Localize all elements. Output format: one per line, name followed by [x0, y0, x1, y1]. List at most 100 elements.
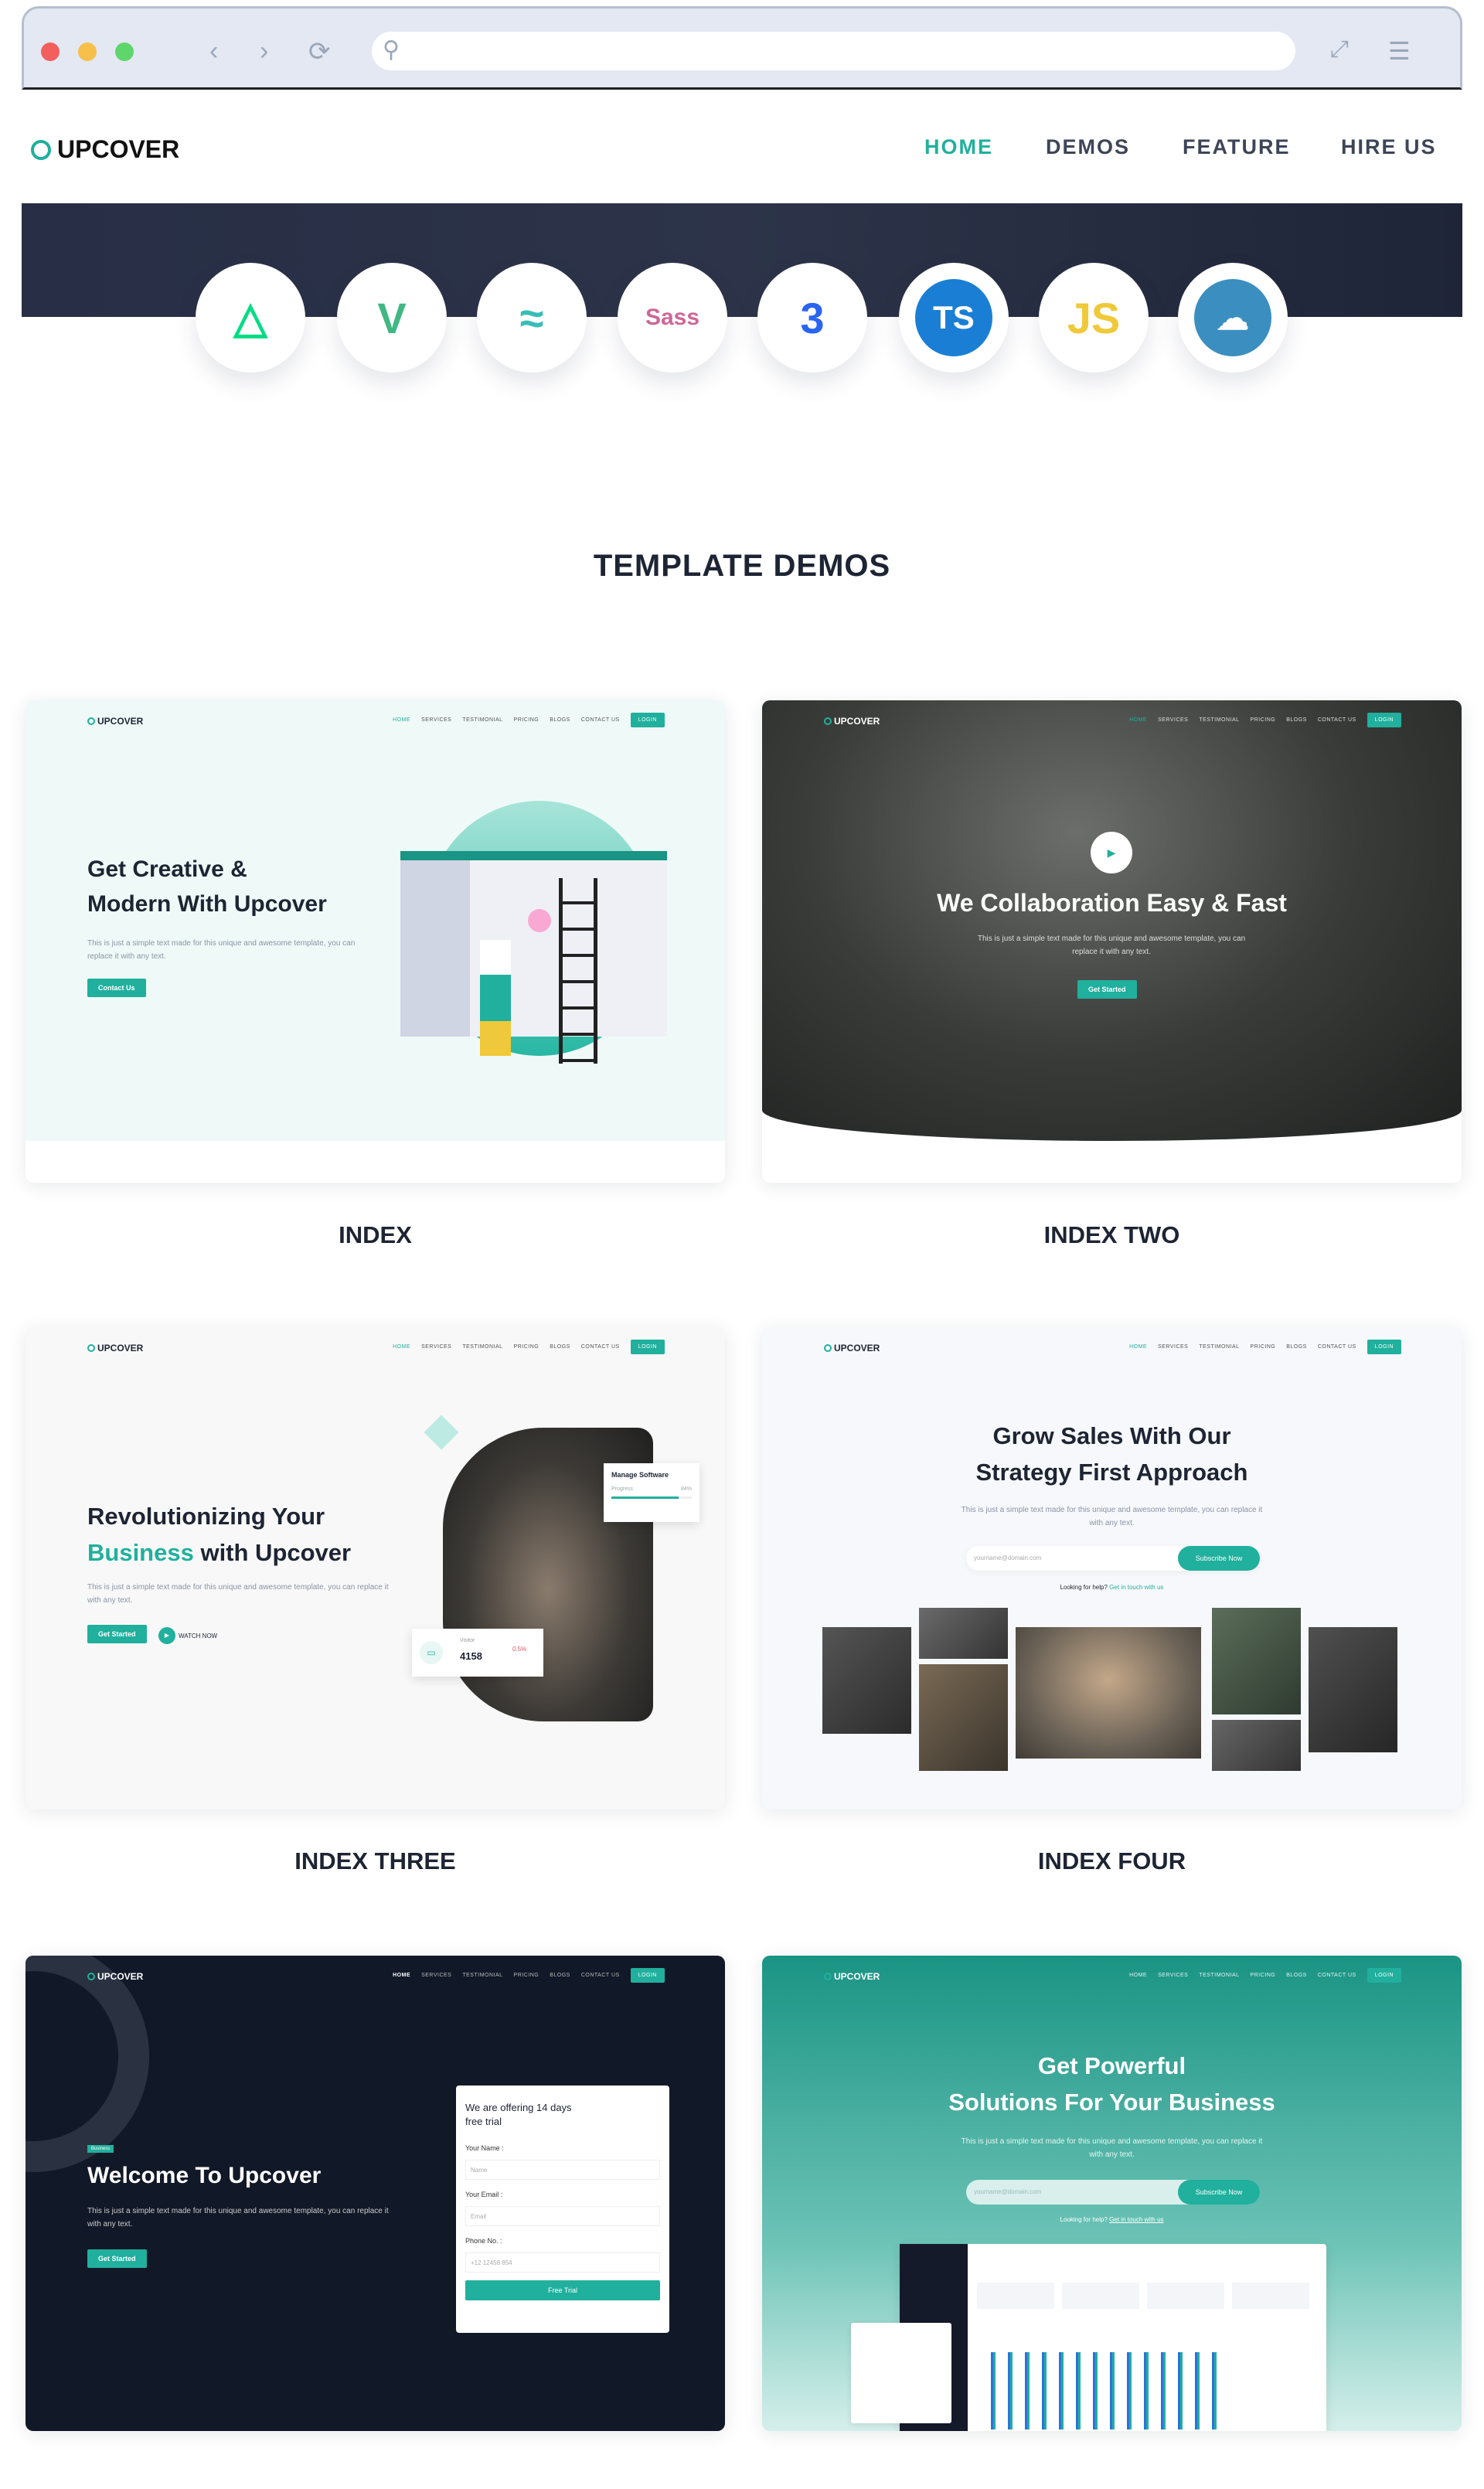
demo-label[interactable]: INDEX TWO	[762, 1221, 1462, 1249]
demo-card-index[interactable]: UPCOVER HOME SERVICES TESTIMONIAL PRICING BL…	[26, 700, 725, 1183]
mini-nav-item[interactable]: BLOGS	[550, 1344, 570, 1350]
mini-login-button[interactable]: LOGIN	[630, 713, 665, 727]
back-icon[interactable]: ‹	[209, 36, 218, 66]
email-input[interactable]: Email	[465, 2206, 660, 2227]
demo-card-index-three[interactable]: UPCOVER HOME SERVICES TESTIMONIAL PRICING BL…	[26, 1327, 725, 1810]
contact-us-button[interactable]: Contact Us	[87, 979, 146, 997]
reload-icon[interactable]: ⟳	[308, 36, 331, 67]
mini-nav-item[interactable]: CONTACT US	[581, 1973, 620, 1978]
mini-nav-item[interactable]: BLOGS	[1286, 1973, 1307, 1978]
mini-nav-item[interactable]: TESTIMONIAL	[1199, 1344, 1239, 1350]
mini-nav-item[interactable]: SERVICES	[1158, 1344, 1188, 1350]
maximize-window-button[interactable]	[115, 43, 134, 61]
mini-nav: HOME SERVICES TESTIMONIAL PRICING BLOGS CONTA…	[1129, 1340, 1401, 1354]
mini-nav-item[interactable]: SERVICES	[1158, 717, 1188, 723]
watch-now-button[interactable]: ▶ WATCH NOW	[158, 1627, 217, 1644]
badge: Business	[87, 2145, 114, 2153]
mini-login-button[interactable]: LOGIN	[1367, 1968, 1401, 1983]
mini-nav-item[interactable]: SERVICES	[421, 1973, 451, 1978]
progress-card: Manage Software Progress 84%	[604, 1463, 699, 1522]
close-window-button[interactable]	[41, 43, 60, 61]
expand-icon[interactable]: ⤢	[1330, 36, 1349, 63]
mini-nav-item[interactable]: CONTACT US	[1318, 1344, 1356, 1350]
mini-logo: UPCOVER	[824, 1971, 880, 1982]
nav-demos[interactable]: DEMOS	[1046, 135, 1130, 159]
contact-link[interactable]: Get in touch with us	[1109, 1584, 1163, 1591]
mini-nav-item[interactable]: PRICING	[514, 717, 539, 723]
javascript-icon: JS	[1039, 263, 1149, 373]
section-title: TEMPLATE DEMOS	[593, 549, 891, 583]
phone-input[interactable]: +12 12458 854	[465, 2252, 660, 2273]
demo-text: This is just a simple text made for this…	[977, 935, 1246, 956]
mini-login-button[interactable]: LOGIN	[630, 1968, 665, 1983]
mini-nav-item[interactable]: BLOGS	[1286, 1344, 1307, 1350]
mini-nav-item[interactable]: CONTACT US	[1318, 1973, 1356, 1978]
mini-nav-item[interactable]: HOME	[1129, 1973, 1147, 1978]
mini-nav-item[interactable]: PRICING	[1251, 1973, 1276, 1978]
mini-nav-item[interactable]: CONTACT US	[1318, 717, 1356, 723]
email-input[interactable]: yourname@domain.com Subscribe Now	[966, 1546, 1260, 1571]
mini-nav-item[interactable]: TESTIMONIAL	[462, 1973, 502, 1978]
contact-link[interactable]: Get in touch with us	[1109, 2216, 1163, 2223]
demo-card-teal[interactable]: UPCOVER HOME SERVICES TESTIMONIAL PRICING BL…	[762, 1956, 1462, 2431]
demo-label[interactable]: INDEX THREE	[26, 1847, 725, 1875]
demo-card-index-four[interactable]: UPCOVER HOME SERVICES TESTIMONIAL PRICING BL…	[762, 1327, 1462, 1810]
get-started-button[interactable]: Get Started	[87, 1625, 147, 1643]
tailwind-icon: ≈	[477, 263, 587, 373]
play-icon[interactable]: ▶	[1091, 832, 1132, 873]
mini-nav-item[interactable]: TESTIMONIAL	[462, 717, 502, 723]
mini-nav-item[interactable]: HOME	[393, 1344, 410, 1350]
mini-login-button[interactable]: LOGIN	[630, 1340, 665, 1354]
menu-icon[interactable]: ☰	[1388, 36, 1411, 66]
mini-nav-item[interactable]: HOME	[1129, 1344, 1147, 1350]
mini-nav-item[interactable]: SERVICES	[1158, 1973, 1188, 1978]
mini-login-button[interactable]: LOGIN	[1367, 713, 1401, 727]
mini-nav-item[interactable]: SERVICES	[421, 1344, 451, 1350]
mini-nav-item[interactable]: TESTIMONIAL	[1199, 717, 1239, 723]
forward-icon[interactable]: ›	[260, 36, 268, 66]
email-input[interactable]: yourname@domain.com Subscribe Now	[966, 2180, 1260, 2205]
nav-hire-us[interactable]: HIRE US	[1341, 135, 1437, 159]
mini-nav-item[interactable]: PRICING	[514, 1344, 539, 1350]
minimize-window-button[interactable]	[78, 43, 97, 61]
site-logo[interactable]: UPCOVER	[31, 135, 179, 164]
sass-icon: Sass	[618, 263, 727, 373]
vue-icon: V	[337, 263, 447, 373]
get-started-button[interactable]: Get Started	[1077, 980, 1137, 999]
mini-nav-item[interactable]: TESTIMONIAL	[1199, 1973, 1239, 1978]
mini-logo: UPCOVER	[824, 716, 880, 727]
demo-label[interactable]: INDEX FOUR	[762, 1847, 1462, 1875]
free-trial-button[interactable]: Free Trial	[465, 2280, 660, 2301]
chat-icon: ▭	[420, 1641, 443, 1664]
mini-nav-item[interactable]: SERVICES	[421, 717, 451, 723]
mini-login-button[interactable]: LOGIN	[1367, 1340, 1401, 1354]
mini-nav-item[interactable]: CONTACT US	[581, 1344, 620, 1350]
demo-text: This is just a simple text made for this…	[961, 1506, 1263, 1527]
mini-nav-item[interactable]: TESTIMONIAL	[462, 1344, 502, 1350]
subscribe-button[interactable]: Subscribe Now	[1178, 1546, 1260, 1571]
mini-nav-item[interactable]: BLOGS	[550, 1973, 570, 1978]
mini-logo: UPCOVER	[87, 1971, 143, 1982]
demo-card-dark[interactable]: UPCOVER HOME SERVICES TESTIMONIAL PRICING BL…	[26, 1956, 725, 2431]
demo-card-index-two[interactable]: UPCOVER HOME SERVICES TESTIMONIAL PRICING BL…	[762, 700, 1462, 1183]
mini-nav-item[interactable]: HOME	[393, 1973, 410, 1978]
subscribe-button[interactable]: Subscribe Now	[1178, 2180, 1260, 2205]
name-input[interactable]: Name	[465, 2160, 660, 2181]
nav-feature[interactable]: FEATURE	[1183, 135, 1291, 159]
mini-nav-item[interactable]: CONTACT US	[581, 717, 620, 723]
mini-nav-item[interactable]: BLOGS	[550, 717, 570, 723]
mini-nav-item[interactable]: HOME	[393, 717, 410, 723]
map-widget	[851, 2323, 951, 2423]
nav-home[interactable]: HOME	[924, 135, 993, 159]
demo-label[interactable]: INDEX	[26, 1221, 725, 1249]
demo-heading: Welcome To Upcover	[87, 2163, 322, 2188]
mini-nav-item[interactable]: PRICING	[1251, 1344, 1276, 1350]
get-started-button[interactable]: Get Started	[87, 2249, 147, 2268]
mini-nav-item[interactable]: PRICING	[1251, 717, 1276, 723]
logo-text: UPCOVER	[57, 135, 180, 163]
mini-nav-item[interactable]: BLOGS	[1286, 717, 1307, 723]
address-bar[interactable]: ⚲	[372, 32, 1295, 70]
mini-nav-item[interactable]: PRICING	[514, 1973, 539, 1978]
mini-nav-item[interactable]: HOME	[1129, 717, 1147, 723]
mini-nav: HOME SERVICES TESTIMONIAL PRICING BLOGS CONTA…	[393, 713, 665, 727]
